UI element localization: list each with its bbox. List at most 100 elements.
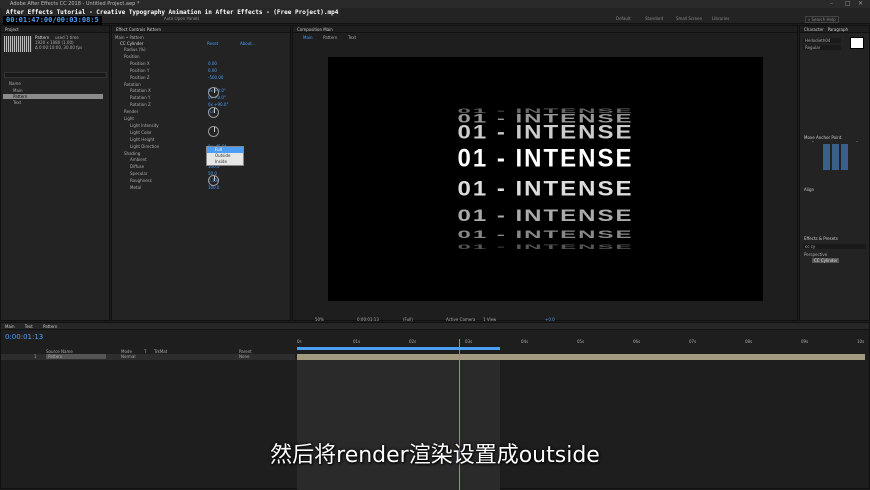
effect-prop-row[interactable]: Position Z <box>130 75 150 80</box>
timeline-timecode[interactable]: 0:00:01:13 <box>5 334 43 341</box>
effect-prop-row[interactable]: Position Y <box>130 68 149 73</box>
text-line: 01 - INTENSE <box>457 243 634 251</box>
ruler-tick: 01s <box>353 339 361 344</box>
effect-prop-row[interactable]: Rotation X <box>130 88 151 93</box>
effects-presets-tab[interactable]: Effects & Presets <box>800 235 869 242</box>
project-tab[interactable]: Project <box>1 26 109 33</box>
effect-prop-row[interactable]: Radius (%) <box>124 47 146 52</box>
workspace-small-screen[interactable]: Small Screen <box>676 16 702 21</box>
effect-about-link[interactable]: About... <box>240 41 256 46</box>
ruler-tick: 05s <box>577 339 585 344</box>
anchor-tab[interactable]: Move Anchor Point <box>800 134 869 141</box>
effect-prop-value[interactable]: -500.00 <box>208 75 223 80</box>
effect-prop-row[interactable]: Light Color <box>130 130 152 135</box>
rotation-z-dial[interactable] <box>208 126 219 137</box>
text-line: 01 - INTENSE <box>457 206 634 226</box>
project-selected-duration: Δ 0:00:10:00, 30.00 fps <box>35 45 83 50</box>
effect-prop-value[interactable]: 0.00 <box>208 68 217 73</box>
video-timecode: 00:01:47:00/00:03:08:5 <box>3 16 102 25</box>
minimize-icon[interactable]: – <box>830 0 833 8</box>
work-area-bar[interactable] <box>297 347 500 350</box>
layer-mode[interactable]: Normal <box>121 354 135 359</box>
effect-prop-row[interactable]: Rotation Z <box>130 102 151 107</box>
text-line: 01 - INTENSE <box>457 228 634 241</box>
effect-prop-row[interactable]: Render <box>124 109 138 114</box>
maximize-icon[interactable]: □ <box>845 0 851 8</box>
window-title: Adobe After Effects CC 2018 - Untitled P… <box>10 1 140 7</box>
font-style-select[interactable]: Regular <box>803 45 841 50</box>
text-line: 01 - INTENSE <box>457 176 634 201</box>
rotation-y-dial[interactable] <box>208 107 219 118</box>
text-line: 01 - INTENSE <box>457 144 634 173</box>
timeline-tab-main[interactable]: Main <box>5 324 15 329</box>
workspace-default[interactable]: Default <box>616 16 631 21</box>
ruler-tick: 0s <box>297 339 302 344</box>
effect-controls-panel: Effect Controls Pattern Main • Pattern C… <box>111 25 291 321</box>
effect-prop-row[interactable]: Position X <box>130 61 150 66</box>
align-tab[interactable]: Align <box>800 186 869 193</box>
project-panel: Project Pattern used 1 time 1920 x 1080 … <box>0 25 110 321</box>
effect-prop-row[interactable]: Ambient <box>130 157 147 162</box>
workspace-standard[interactable]: Standard <box>645 16 663 21</box>
project-thumbnail <box>4 36 32 52</box>
effect-prop-row[interactable]: Light <box>124 116 134 121</box>
ruler-tick: 09s <box>801 339 809 344</box>
comp-subtab-text[interactable]: Text <box>348 35 356 40</box>
light-direction-dial[interactable] <box>208 175 219 186</box>
anchor-grid[interactable] <box>823 144 849 170</box>
layer-parent[interactable]: None <box>239 354 249 359</box>
close-icon[interactable]: ✕ <box>858 0 863 8</box>
text-line: 01 - INTENSE <box>457 121 634 144</box>
character-tab[interactable]: Character Paragraph <box>800 26 869 33</box>
paragraph-tab[interactable]: Paragraph <box>828 27 849 32</box>
ruler-tick: 03s <box>465 339 473 344</box>
effect-prop-value[interactable]: 0.00 <box>208 61 217 66</box>
effect-prop-row[interactable]: Light Intensity <box>130 123 159 128</box>
font-family-select[interactable]: Hellodieth04 <box>803 38 841 43</box>
project-search-input[interactable] <box>4 72 107 78</box>
effect-prop-row[interactable]: Shading <box>124 151 140 156</box>
layer-row[interactable]: 1 Pattern Normal None <box>1 354 295 360</box>
layer-number: 1 <box>34 354 37 359</box>
ruler-tick: 02s <box>409 339 417 344</box>
effect-prop-row[interactable]: Rotation Y <box>130 95 150 100</box>
effect-prop-row[interactable]: Diffuse <box>130 164 144 169</box>
render-dropdown-menu[interactable]: Full Outside Inside <box>206 146 244 166</box>
project-item-pattern[interactable]: Pattern <box>3 94 103 99</box>
composition-tab[interactable]: Composition Main <box>293 26 797 33</box>
effects-category[interactable]: Perspective <box>804 252 827 257</box>
effect-prop-row[interactable]: Roughness <box>130 178 152 183</box>
search-help[interactable]: ⌕ Search Help <box>805 16 839 23</box>
timeline-tab-pattern[interactable]: Pattern <box>43 324 57 329</box>
effect-reset-link[interactable]: Reset <box>207 41 218 46</box>
effect-prop-row[interactable]: Position <box>124 54 140 59</box>
comp-subtab-main[interactable]: Main <box>303 35 313 40</box>
ruler-tick: 07s <box>689 339 697 344</box>
fill-color-swatch[interactable] <box>850 37 864 49</box>
rotation-x-dial[interactable] <box>208 87 219 98</box>
effect-prop-row[interactable]: Light Direction <box>130 144 159 149</box>
video-subtitle: 然后将render渲染设置成outside <box>270 443 600 468</box>
effects-search-input[interactable]: cc cy <box>803 244 866 249</box>
effect-breadcrumb: Main • Pattern <box>115 35 144 40</box>
render-option-inside[interactable]: Inside <box>207 159 243 165</box>
project-item-text[interactable]: Text <box>3 100 103 105</box>
workspace-libraries[interactable]: Libraries <box>712 16 729 21</box>
ruler-tick: 08s <box>745 339 753 344</box>
effect-prop-row[interactable]: Rotation <box>124 82 141 87</box>
project-item-main[interactable]: Main <box>3 88 103 93</box>
effects-item-cc-cylinder[interactable]: CC Cylinder <box>812 258 840 263</box>
timeline-tabs: Main Text Pattern <box>1 323 869 330</box>
composition-viewer[interactable]: 01 - INTENSE 01 - INTENSE 01 - INTENSE 0… <box>328 57 763 301</box>
project-name-header[interactable]: Name <box>9 81 21 86</box>
effect-prop-row[interactable]: Metal <box>130 185 141 190</box>
ruler-tick: 10s <box>857 339 865 344</box>
effect-controls-tab[interactable]: Effect Controls Pattern <box>112 26 290 33</box>
effect-prop-row[interactable]: Light Height <box>130 137 154 142</box>
comp-subtab-pattern[interactable]: Pattern <box>323 35 337 40</box>
effect-name[interactable]: CC Cylinder <box>120 41 143 46</box>
effect-prop-row[interactable]: Specular <box>130 171 147 176</box>
right-panel: Character Paragraph Hellodieth04 Regular… <box>799 25 870 321</box>
layer-name[interactable]: Pattern <box>46 354 106 359</box>
timeline-tab-text[interactable]: Text <box>25 324 33 329</box>
